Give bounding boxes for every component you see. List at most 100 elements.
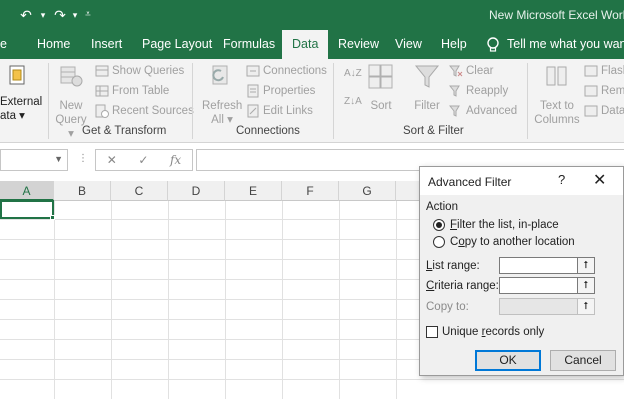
collapse-dialog-icon[interactable]: ⭡ — [577, 299, 594, 314]
unique-records-checkbox[interactable] — [426, 326, 438, 338]
column-header-e[interactable]: E — [225, 181, 282, 201]
show-queries-button[interactable]: Show Queries — [95, 62, 184, 80]
flash-fill-button[interactable]: Flash — [584, 62, 624, 80]
tab-formulas[interactable]: Formulas — [223, 30, 275, 59]
name-box-dropdown-icon[interactable]: ▼ — [54, 154, 63, 164]
filter-in-place-label[interactable]: Filter the list, in-place — [450, 219, 559, 231]
advanced-button[interactable]: Advanced — [448, 102, 518, 120]
ok-button[interactable]: OK — [475, 350, 541, 371]
close-icon[interactable]: ✕ — [593, 170, 606, 190]
cancel-button[interactable]: Cancel — [550, 350, 616, 371]
customize-icon[interactable]: ⩡ — [82, 6, 94, 24]
name-box[interactable]: ▼ — [0, 149, 68, 171]
data-validation-button[interactable]: Data — [584, 102, 624, 120]
column-header-b[interactable]: B — [54, 181, 111, 201]
tab-insert[interactable]: Insert — [91, 30, 122, 59]
column-header-a[interactable]: A — [0, 181, 54, 201]
remove-duplicates-button[interactable]: Remo — [584, 82, 624, 100]
data-validation-icon — [584, 104, 598, 118]
advanced-label: Advanced — [466, 105, 518, 117]
sort-filter-group-label: Sort & Filter — [403, 125, 464, 137]
ribbon-divider — [527, 63, 528, 139]
dialog-title-bar[interactable]: Advanced Filter ? ✕ — [420, 167, 623, 195]
refresh-icon — [212, 65, 228, 85]
copy-to-field[interactable]: ⭡ — [499, 298, 595, 315]
gridline — [282, 201, 283, 399]
connections-label: Connections — [263, 65, 327, 77]
from-table-label: From Table — [112, 85, 170, 97]
list-range-label: List range: — [426, 260, 480, 272]
sort-z-to-a-icon[interactable]: Z↓A — [344, 93, 362, 111]
cancel-entry-icon[interactable]: ✕ — [107, 153, 117, 167]
filter-in-place-radio[interactable] — [433, 219, 445, 231]
criteria-range-label: Criteria range: — [426, 280, 499, 292]
ribbon-divider — [192, 63, 193, 139]
formula-bar-grip-icon[interactable]: ⋮ — [78, 153, 88, 164]
gridline — [396, 201, 397, 399]
copy-to-location-radio[interactable] — [433, 236, 445, 248]
column-header-d[interactable]: D — [168, 181, 225, 201]
reapply-button[interactable]: Reapply — [448, 82, 508, 100]
get-transform-group-label: Get & Transform — [82, 125, 167, 137]
copy-to-label: Copy to: — [426, 301, 469, 313]
title-bar: ↶ ▾ ↷ ▾ ⩡ New Microsoft Excel Worksh — [0, 0, 624, 30]
gridline — [54, 201, 55, 399]
tell-me-box[interactable]: Tell me what you want t — [487, 30, 624, 59]
reapply-icon — [448, 84, 463, 98]
tab-page-layout[interactable]: Page Layout — [142, 30, 212, 59]
redo-icon[interactable]: ↷ — [50, 6, 70, 24]
active-cell[interactable] — [0, 200, 54, 219]
recent-sources-icon — [95, 104, 109, 118]
tab-data[interactable]: Data — [282, 30, 329, 59]
edit-links-button[interactable]: Edit Links — [246, 102, 313, 120]
column-header-c[interactable]: C — [111, 181, 168, 201]
collapse-dialog-icon[interactable]: ⭡ — [577, 278, 594, 293]
fill-handle[interactable] — [50, 215, 55, 220]
recent-sources-button[interactable]: Recent Sources — [95, 102, 194, 120]
formula-bar-buttons: ✕ ✓ fx — [95, 149, 193, 171]
undo-icon[interactable]: ↶ — [14, 6, 38, 24]
refresh-all-button[interactable]: Refresh All ▾ — [202, 63, 242, 127]
copy-to-location-label[interactable]: Copy to another location — [450, 236, 575, 248]
clear-filter-icon — [448, 64, 463, 78]
ribbon: External ata ▾ New Query ▾ Show Queries … — [0, 59, 624, 143]
sort-a-to-z-icon[interactable]: A↓Z — [344, 65, 362, 83]
external-line1: External — [0, 96, 43, 108]
tab-home[interactable]: Home — [37, 30, 70, 59]
list-range-field[interactable]: ⭡ — [499, 257, 595, 274]
advanced-filter-icon — [448, 104, 463, 118]
tab-view[interactable]: View — [395, 30, 422, 59]
properties-button[interactable]: Properties — [246, 82, 315, 100]
tab-review[interactable]: Review — [338, 30, 379, 59]
help-icon[interactable]: ? — [558, 172, 565, 187]
text-to-columns-button[interactable]: Text to Columns — [534, 63, 580, 127]
recent-sources-label: Recent Sources — [112, 105, 194, 117]
insert-function-icon[interactable]: fx — [170, 153, 181, 167]
clear-button[interactable]: Clear — [448, 62, 493, 80]
filter-button[interactable]: Filter — [410, 63, 444, 113]
sort-button[interactable]: Sort — [366, 63, 396, 113]
gridline — [168, 201, 169, 399]
redo-dropdown-icon[interactable]: ▾ — [70, 6, 80, 24]
criteria-range-field[interactable]: ⭡ — [499, 277, 595, 294]
filter-label: Filter — [414, 100, 440, 112]
unique-records-label[interactable]: Unique records only — [442, 326, 544, 338]
enter-entry-icon[interactable]: ✓ — [138, 153, 148, 167]
new-query-icon — [60, 66, 83, 87]
ribbon-divider — [48, 63, 49, 139]
filter-icon — [414, 65, 440, 88]
flash-fill-label: Flash — [601, 65, 624, 77]
tab-file[interactable]: e — [0, 30, 7, 59]
from-table-button[interactable]: From Table — [95, 82, 169, 100]
column-header-g[interactable]: G — [339, 181, 396, 201]
connections-group-label: Connections — [236, 125, 300, 137]
connections-button[interactable]: Connections — [246, 62, 327, 80]
column-header-f[interactable]: F — [282, 181, 339, 201]
text-to-columns-line1: Text to — [540, 100, 574, 112]
get-external-data-button[interactable]: External ata ▾ — [0, 63, 43, 123]
undo-dropdown-icon[interactable]: ▾ — [38, 6, 48, 24]
gridline — [339, 201, 340, 399]
tab-help[interactable]: Help — [441, 30, 467, 59]
properties-icon — [246, 84, 260, 98]
collapse-dialog-icon[interactable]: ⭡ — [577, 258, 594, 273]
